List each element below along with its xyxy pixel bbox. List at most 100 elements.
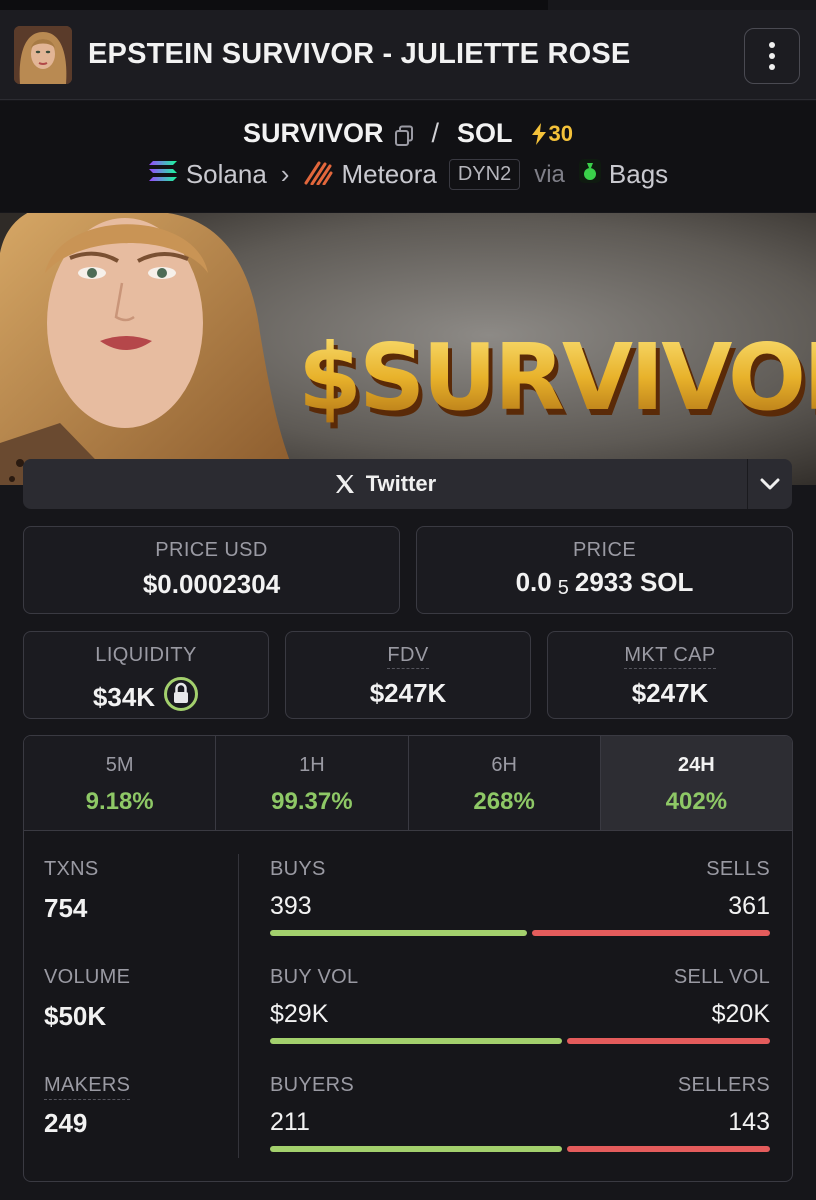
volume-stat: VOLUME $50K bbox=[44, 966, 130, 1032]
buy-vol-label: BUY VOL bbox=[270, 966, 359, 988]
volume-label: VOLUME bbox=[44, 966, 131, 988]
buyers-label: BUYERS bbox=[270, 1074, 355, 1096]
banner-headline: $SURVIVOR bbox=[298, 324, 816, 431]
pair-info-bar: SURVIVOR / SOL 30 Solana › Meteora DYN2 … bbox=[0, 101, 816, 212]
buyers-sellers-stat: BUYERS SELLERS 211 143 bbox=[270, 1074, 770, 1152]
meteora-icon bbox=[303, 157, 333, 192]
tab-change: 99.37% bbox=[271, 788, 353, 815]
tab-change: 402% bbox=[665, 788, 728, 815]
token-header: EPSTEIN SURVIVOR - JULIETTE ROSE bbox=[0, 10, 816, 100]
price-usd-value: $0.0002304 bbox=[142, 569, 281, 599]
menu-dot-icon bbox=[769, 64, 775, 70]
price-usd-label: PRICE USD bbox=[155, 539, 268, 561]
tab-change: 9.18% bbox=[85, 788, 154, 815]
x-logo-icon bbox=[335, 475, 354, 493]
twitter-link-button[interactable]: Twitter bbox=[23, 459, 747, 509]
launchpad-name[interactable]: Bags bbox=[609, 159, 668, 190]
price-native-digits: 2933 SOL bbox=[574, 567, 694, 597]
pair-separator: / bbox=[431, 118, 440, 148]
boost-badge[interactable]: 30 bbox=[531, 121, 573, 147]
price-native-zero-count: 5 bbox=[557, 577, 569, 599]
market-cap-card: MKT CAP $247K bbox=[547, 631, 793, 719]
tab-label: 5M bbox=[105, 754, 134, 776]
buys-sells-bar bbox=[270, 930, 770, 936]
makers-stat: MAKERS 249 bbox=[44, 1074, 131, 1139]
buyers-value: 211 bbox=[270, 1108, 310, 1136]
buyers-bar-fill bbox=[270, 1146, 562, 1152]
top-status-strip bbox=[0, 0, 816, 10]
fdv-label[interactable]: FDV bbox=[387, 644, 429, 669]
makers-value: 249 bbox=[44, 1108, 88, 1138]
tab-label: 6H bbox=[491, 754, 517, 776]
makers-label[interactable]: MAKERS bbox=[44, 1074, 131, 1100]
buys-value: 393 bbox=[270, 892, 312, 920]
price-native-value: 0.0 5 2933 SOL bbox=[417, 567, 792, 599]
token-avatar bbox=[14, 26, 72, 84]
liquidity-label: LIQUIDITY bbox=[95, 644, 197, 666]
tab-6h[interactable]: 6H 268% bbox=[408, 736, 601, 830]
pool-type-badge: DYN2 bbox=[448, 159, 521, 190]
tab-label: 24H bbox=[678, 754, 715, 776]
token-banner-image: $SURVIVOR $SURVIVOR bbox=[0, 213, 816, 485]
more-menu-button[interactable] bbox=[744, 28, 800, 84]
volume-value: $50K bbox=[44, 1001, 107, 1031]
market-cap-value: $247K bbox=[631, 678, 709, 708]
chevron-right-icon: › bbox=[280, 159, 290, 189]
buy-sell-volume-stat: BUY VOL SELL VOL $29K $20K bbox=[270, 966, 770, 1044]
token-name: EPSTEIN SURVIVOR - JULIETTE ROSE bbox=[88, 38, 631, 70]
price-native-label: PRICE bbox=[572, 539, 637, 561]
price-native-card: PRICE 0.0 5 2933 SOL bbox=[416, 526, 793, 614]
liquidity-value-row: $34K bbox=[24, 676, 268, 719]
sellers-bar-fill bbox=[567, 1146, 770, 1152]
solana-icon bbox=[148, 159, 178, 190]
copy-icon[interactable] bbox=[394, 123, 414, 146]
buy-sell-volume-bar bbox=[270, 1038, 770, 1044]
chevron-down-icon bbox=[760, 478, 780, 490]
tab-1h[interactable]: 1H 99.37% bbox=[216, 736, 409, 830]
sells-bar-fill bbox=[532, 930, 770, 936]
links-dropdown-toggle[interactable] bbox=[747, 459, 792, 509]
buyers-sellers-bar bbox=[270, 1146, 770, 1152]
sell-vol-label: SELL VOL bbox=[673, 966, 770, 988]
fdv-value: $247K bbox=[369, 678, 447, 708]
liquidity-value: $34K bbox=[92, 682, 156, 712]
dex-name[interactable]: Meteora bbox=[341, 159, 436, 190]
txns-stat: TXNS 754 bbox=[44, 858, 99, 924]
liquidity-card: LIQUIDITY $34K bbox=[23, 631, 269, 719]
tab-5m[interactable]: 5M 9.18% bbox=[24, 736, 217, 830]
tab-24h[interactable]: 24H 402% bbox=[600, 736, 792, 830]
txns-value: 754 bbox=[44, 893, 88, 923]
buy-vol-value: $29K bbox=[270, 1000, 329, 1028]
market-cap-label[interactable]: MKT CAP bbox=[624, 644, 716, 669]
txns-label: TXNS bbox=[44, 858, 99, 880]
buys-bar-fill bbox=[270, 930, 527, 936]
chain-name[interactable]: Solana bbox=[186, 159, 267, 190]
menu-dot-icon bbox=[769, 53, 775, 59]
fdv-card: FDV $247K bbox=[285, 631, 531, 719]
sell-vol-bar-fill bbox=[567, 1038, 770, 1044]
trading-stats-panel: 5M 9.18% 1H 99.37% 6H 268% 24H 402% TXNS… bbox=[23, 735, 793, 1182]
buys-label: BUYS bbox=[270, 858, 326, 880]
column-divider bbox=[238, 854, 239, 1158]
twitter-label: Twitter bbox=[365, 471, 437, 496]
price-native-prefix: 0.0 bbox=[515, 567, 552, 597]
price-usd-card: PRICE USD $0.0002304 bbox=[23, 526, 400, 614]
sellers-label: SELLERS bbox=[677, 1074, 770, 1096]
sellers-value: 143 bbox=[728, 1108, 770, 1136]
sells-label: SELLS bbox=[706, 858, 770, 880]
boost-count: 30 bbox=[548, 120, 574, 146]
sell-vol-value: $20K bbox=[711, 1000, 770, 1028]
sells-value: 361 bbox=[728, 892, 770, 920]
pair-row: SURVIVOR / SOL 30 bbox=[0, 118, 816, 149]
quote-symbol: SOL bbox=[457, 118, 513, 148]
buy-vol-bar-fill bbox=[270, 1038, 562, 1044]
buys-sells-stat: BUYS SELLS 393 361 bbox=[270, 858, 770, 936]
lightning-icon bbox=[531, 122, 546, 145]
tab-change: 268% bbox=[473, 788, 535, 815]
route-row: Solana › Meteora DYN2 via Bags bbox=[0, 157, 816, 192]
tab-label: 1H bbox=[299, 754, 325, 776]
via-label: via bbox=[534, 160, 565, 188]
menu-dot-icon bbox=[769, 42, 775, 48]
base-symbol: SURVIVOR bbox=[242, 118, 384, 148]
liquidity-lock-icon[interactable] bbox=[163, 676, 199, 719]
